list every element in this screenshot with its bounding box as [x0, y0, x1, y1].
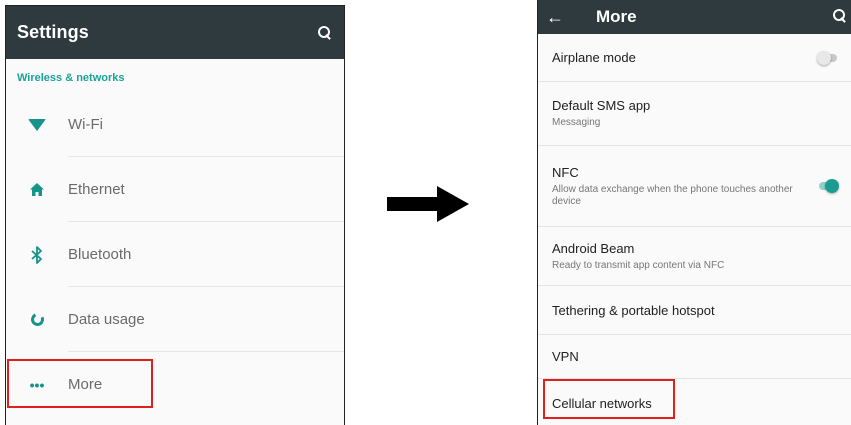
- back-arrow-icon[interactable]: ←: [546, 7, 576, 28]
- airplane-mode-toggle[interactable]: [817, 50, 839, 65]
- settings-item-label: Data usage: [68, 287, 344, 352]
- nfc-toggle[interactable]: [817, 179, 839, 193]
- settings-item-label: Wi-Fi: [68, 92, 344, 157]
- page-title: More: [596, 7, 637, 26]
- settings-list: Wi-Fi Ethernet Bluetooth Data usage ••• …: [6, 92, 344, 417]
- more-app-bar: ← More: [538, 0, 851, 34]
- item-subtitle: Allow data exchange when the phone touch…: [552, 183, 793, 207]
- item-title: Default SMS app: [552, 98, 651, 113]
- section-header-wireless-networks: Wireless & networks: [17, 72, 125, 84]
- home-icon: [6, 183, 68, 196]
- more-item-default-sms-app[interactable]: Default SMS app Messaging: [538, 82, 851, 146]
- item-title: VPN: [552, 349, 579, 364]
- settings-item-label: Ethernet: [68, 157, 344, 222]
- settings-item-more[interactable]: ••• More: [6, 352, 344, 417]
- item-title: Android Beam: [552, 240, 635, 256]
- more-item-android-beam[interactable]: Android Beam Ready to transmit app conte…: [538, 227, 851, 286]
- settings-item-ethernet[interactable]: Ethernet: [6, 157, 344, 222]
- settings-screen: Settings Wireless & networks Wi-Fi Ether…: [5, 5, 345, 425]
- more-item-tethering-hotspot[interactable]: Tethering & portable hotspot: [538, 286, 851, 335]
- item-subtitle: Ready to transmit app content via NFC: [552, 259, 725, 271]
- search-icon[interactable]: [318, 25, 332, 40]
- settings-item-data-usage[interactable]: Data usage: [6, 287, 344, 352]
- page-title: Settings: [17, 22, 89, 42]
- item-subtitle: Messaging: [552, 117, 601, 128]
- right-arrow-icon: [387, 186, 469, 222]
- more-screen: ← More Airplane mode Default SMS app Mes…: [537, 0, 851, 425]
- more-dots-icon: •••: [29, 376, 45, 393]
- item-title: Airplane mode: [552, 50, 636, 65]
- data-usage-icon: [6, 311, 68, 328]
- more-item-airplane-mode[interactable]: Airplane mode: [538, 34, 851, 82]
- item-title: NFC: [552, 164, 579, 180]
- settings-item-bluetooth[interactable]: Bluetooth: [6, 222, 344, 287]
- settings-item-label: More: [68, 376, 103, 393]
- settings-app-bar: Settings: [6, 6, 344, 59]
- settings-item-wifi[interactable]: Wi-Fi: [6, 92, 344, 157]
- more-item-vpn[interactable]: VPN: [538, 335, 851, 379]
- settings-item-label: Bluetooth: [68, 222, 344, 287]
- item-title: Cellular networks: [552, 395, 652, 411]
- bluetooth-icon: [6, 245, 68, 264]
- wifi-icon: [6, 118, 68, 131]
- search-icon[interactable]: [833, 9, 847, 23]
- more-item-nfc[interactable]: NFC Allow data exchange when the phone t…: [538, 146, 851, 227]
- more-item-cellular-networks[interactable]: Cellular networks: [538, 379, 851, 425]
- item-title: Tethering & portable hotspot: [552, 302, 715, 318]
